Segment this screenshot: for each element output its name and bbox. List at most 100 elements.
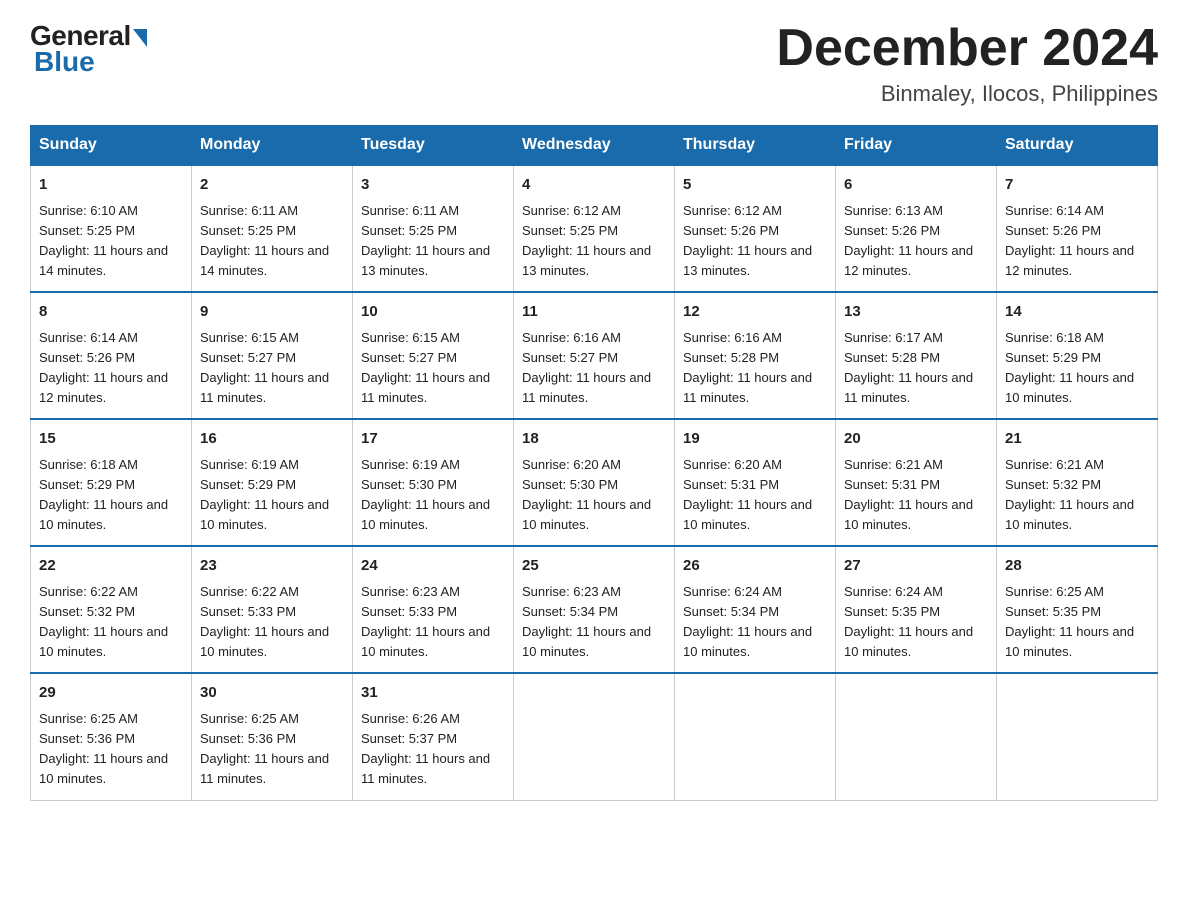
calendar-cell: 21 Sunrise: 6:21 AMSunset: 5:32 PMDayligh… — [997, 419, 1158, 546]
calendar-cell: 9 Sunrise: 6:15 AMSunset: 5:27 PMDaylight… — [192, 292, 353, 419]
calendar-cell: 3Sunrise: 6:11 AMSunset: 5:25 PMDaylight… — [353, 165, 514, 292]
day-number: 4 — [522, 174, 666, 197]
calendar-cell: 1 Sunrise: 6:10 AMSunset: 5:25 PMDaylight… — [31, 165, 192, 292]
calendar-cell: 17 Sunrise: 6:19 AMSunset: 5:30 PMDayligh… — [353, 419, 514, 546]
calendar-cell: 8 Sunrise: 6:14 AMSunset: 5:26 PMDaylight… — [31, 292, 192, 419]
calendar-week-row: 15Sunrise: 6:18 AMSunset: 5:29 PMDayligh… — [31, 419, 1158, 546]
day-number: 14 — [1005, 301, 1149, 324]
calendar-day-header: Friday — [836, 126, 997, 166]
day-info: Sunrise: 6:21 AMSunset: 5:31 PMDaylight:… — [844, 455, 988, 536]
calendar-cell: 16 Sunrise: 6:19 AMSunset: 5:29 PMDayligh… — [192, 419, 353, 546]
day-info: Sunrise: 6:14 AMSunset: 5:26 PMDaylight:… — [1005, 201, 1149, 282]
calendar-cell: 19 Sunrise: 6:20 AMSunset: 5:31 PMDayligh… — [675, 419, 836, 546]
calendar-cell: 30 Sunrise: 6:25 AMSunset: 5:36 PMDayligh… — [192, 673, 353, 800]
calendar-cell: 20Sunrise: 6:21 AMSunset: 5:31 PMDayligh… — [836, 419, 997, 546]
day-number: 30 — [200, 682, 344, 705]
calendar-cell — [675, 673, 836, 800]
day-info: Sunrise: 6:16 AMSunset: 5:27 PMDaylight:… — [522, 328, 666, 409]
day-info: Sunrise: 6:18 AMSunset: 5:29 PMDaylight:… — [1005, 328, 1149, 409]
calendar-day-header: Sunday — [31, 126, 192, 166]
day-number: 16 — [200, 428, 344, 451]
day-info: Sunrise: 6:23 AMSunset: 5:34 PMDaylight:… — [522, 582, 666, 663]
page-header: General Blue December 2024 Binmaley, Ilo… — [30, 20, 1158, 107]
day-info: Sunrise: 6:22 AMSunset: 5:33 PMDaylight:… — [200, 582, 344, 663]
calendar-week-row: 8 Sunrise: 6:14 AMSunset: 5:26 PMDaylight… — [31, 292, 1158, 419]
calendar-cell: 23 Sunrise: 6:22 AMSunset: 5:33 PMDayligh… — [192, 546, 353, 673]
day-info: Sunrise: 6:12 AMSunset: 5:25 PMDaylight:… — [522, 201, 666, 282]
day-number: 31 — [361, 682, 505, 705]
day-number: 9 — [200, 301, 344, 324]
location-title: Binmaley, Ilocos, Philippines — [776, 81, 1158, 107]
day-number: 26 — [683, 555, 827, 578]
calendar-day-header: Wednesday — [514, 126, 675, 166]
day-info: Sunrise: 6:14 AMSunset: 5:26 PMDaylight:… — [39, 328, 183, 409]
calendar-cell: 2 Sunrise: 6:11 AMSunset: 5:25 PMDaylight… — [192, 165, 353, 292]
day-number: 8 — [39, 301, 183, 324]
day-number: 10 — [361, 301, 505, 324]
calendar-cell: 12 Sunrise: 6:16 AMSunset: 5:28 PMDayligh… — [675, 292, 836, 419]
day-number: 2 — [200, 174, 344, 197]
calendar-cell: 27 Sunrise: 6:24 AMSunset: 5:35 PMDayligh… — [836, 546, 997, 673]
logo-blue-text: Blue — [30, 46, 95, 78]
day-info: Sunrise: 6:25 AMSunset: 5:36 PMDaylight:… — [200, 709, 344, 790]
day-info: Sunrise: 6:22 AMSunset: 5:32 PMDaylight:… — [39, 582, 183, 663]
calendar-cell — [836, 673, 997, 800]
calendar-cell: 6Sunrise: 6:13 AMSunset: 5:26 PMDaylight… — [836, 165, 997, 292]
day-info: Sunrise: 6:11 AMSunset: 5:25 PMDaylight:… — [200, 201, 344, 282]
calendar-week-row: 22 Sunrise: 6:22 AMSunset: 5:32 PMDayligh… — [31, 546, 1158, 673]
day-info: Sunrise: 6:10 AMSunset: 5:25 PMDaylight:… — [39, 201, 183, 282]
day-info: Sunrise: 6:17 AMSunset: 5:28 PMDaylight:… — [844, 328, 988, 409]
day-number: 13 — [844, 301, 988, 324]
day-info: Sunrise: 6:12 AMSunset: 5:26 PMDaylight:… — [683, 201, 827, 282]
calendar-cell: 22 Sunrise: 6:22 AMSunset: 5:32 PMDayligh… — [31, 546, 192, 673]
calendar-cell: 31 Sunrise: 6:26 AMSunset: 5:37 PMDayligh… — [353, 673, 514, 800]
calendar-cell — [514, 673, 675, 800]
day-number: 17 — [361, 428, 505, 451]
day-number: 24 — [361, 555, 505, 578]
day-number: 29 — [39, 682, 183, 705]
day-number: 1 — [39, 174, 183, 197]
day-number: 28 — [1005, 555, 1149, 578]
calendar-cell: 18 Sunrise: 6:20 AMSunset: 5:30 PMDayligh… — [514, 419, 675, 546]
calendar-cell: 7 Sunrise: 6:14 AMSunset: 5:26 PMDaylight… — [997, 165, 1158, 292]
day-number: 7 — [1005, 174, 1149, 197]
day-number: 22 — [39, 555, 183, 578]
calendar-cell — [997, 673, 1158, 800]
day-number: 25 — [522, 555, 666, 578]
day-info: Sunrise: 6:25 AMSunset: 5:36 PMDaylight:… — [39, 709, 183, 790]
day-info: Sunrise: 6:11 AMSunset: 5:25 PMDaylight:… — [361, 201, 505, 282]
calendar-cell: 15Sunrise: 6:18 AMSunset: 5:29 PMDayligh… — [31, 419, 192, 546]
day-info: Sunrise: 6:16 AMSunset: 5:28 PMDaylight:… — [683, 328, 827, 409]
calendar-cell: 5Sunrise: 6:12 AMSunset: 5:26 PMDaylight… — [675, 165, 836, 292]
calendar-day-header: Monday — [192, 126, 353, 166]
calendar-cell: 29 Sunrise: 6:25 AMSunset: 5:36 PMDayligh… — [31, 673, 192, 800]
day-number: 19 — [683, 428, 827, 451]
day-info: Sunrise: 6:24 AMSunset: 5:35 PMDaylight:… — [844, 582, 988, 663]
calendar-cell: 4 Sunrise: 6:12 AMSunset: 5:25 PMDaylight… — [514, 165, 675, 292]
day-number: 12 — [683, 301, 827, 324]
day-number: 18 — [522, 428, 666, 451]
day-number: 11 — [522, 301, 666, 324]
day-number: 27 — [844, 555, 988, 578]
day-info: Sunrise: 6:15 AMSunset: 5:27 PMDaylight:… — [200, 328, 344, 409]
day-number: 6 — [844, 174, 988, 197]
day-info: Sunrise: 6:25 AMSunset: 5:35 PMDaylight:… — [1005, 582, 1149, 663]
day-info: Sunrise: 6:20 AMSunset: 5:30 PMDaylight:… — [522, 455, 666, 536]
title-section: December 2024 Binmaley, Ilocos, Philippi… — [776, 20, 1158, 107]
calendar-table: SundayMondayTuesdayWednesdayThursdayFrid… — [30, 125, 1158, 800]
day-info: Sunrise: 6:19 AMSunset: 5:29 PMDaylight:… — [200, 455, 344, 536]
day-info: Sunrise: 6:19 AMSunset: 5:30 PMDaylight:… — [361, 455, 505, 536]
calendar-day-header: Thursday — [675, 126, 836, 166]
day-number: 23 — [200, 555, 344, 578]
day-info: Sunrise: 6:26 AMSunset: 5:37 PMDaylight:… — [361, 709, 505, 790]
logo-arrow-icon — [133, 29, 147, 47]
day-info: Sunrise: 6:20 AMSunset: 5:31 PMDaylight:… — [683, 455, 827, 536]
day-number: 21 — [1005, 428, 1149, 451]
calendar-cell: 28 Sunrise: 6:25 AMSunset: 5:35 PMDayligh… — [997, 546, 1158, 673]
calendar-cell: 24 Sunrise: 6:23 AMSunset: 5:33 PMDayligh… — [353, 546, 514, 673]
logo: General Blue — [30, 20, 147, 78]
month-title: December 2024 — [776, 20, 1158, 77]
day-info: Sunrise: 6:23 AMSunset: 5:33 PMDaylight:… — [361, 582, 505, 663]
day-info: Sunrise: 6:21 AMSunset: 5:32 PMDaylight:… — [1005, 455, 1149, 536]
calendar-cell: 14 Sunrise: 6:18 AMSunset: 5:29 PMDayligh… — [997, 292, 1158, 419]
